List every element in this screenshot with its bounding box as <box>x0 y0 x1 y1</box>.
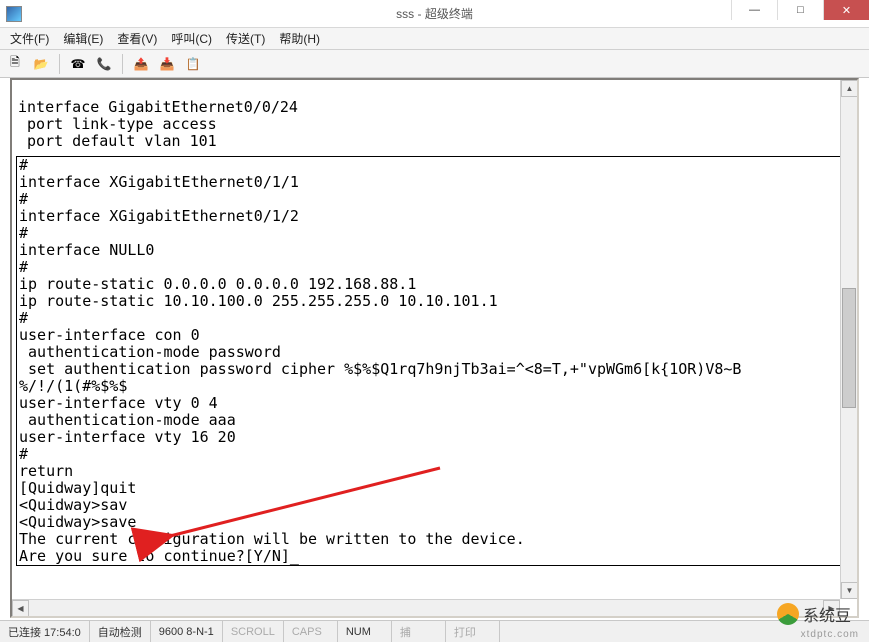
toolbar-separator <box>59 54 60 74</box>
terminal-line: # <box>19 224 28 242</box>
menubar: 文件(F) 编辑(E) 查看(V) 呼叫(C) 传送(T) 帮助(H) <box>0 28 869 50</box>
watermark-url: xtdptc.com <box>801 629 859 640</box>
terminal-line: # <box>19 445 28 463</box>
connect-icon[interactable]: ☎ <box>67 53 89 75</box>
terminal-line: interface XGigabitEthernet0/1/2 <box>19 207 299 225</box>
close-button[interactable]: ✕ <box>823 0 869 20</box>
terminal-line: # <box>19 156 28 174</box>
scroll-down-icon[interactable]: ▼ <box>841 582 858 599</box>
terminal-line: <Quidway>save <box>19 513 136 531</box>
terminal-line: port link-type access <box>18 115 217 133</box>
status-print: 打印 <box>446 621 500 642</box>
scroll-left-icon[interactable]: ◀ <box>12 600 29 617</box>
open-folder-icon[interactable]: 📂 <box>30 53 52 75</box>
terminal-line: authentication-mode password <box>19 343 281 361</box>
terminal-line: <Quidway>sav <box>19 496 127 514</box>
status-capture: 捕 <box>392 621 446 642</box>
status-line-settings: 9600 8-N-1 <box>151 621 223 642</box>
menu-file[interactable]: 文件(F) <box>4 28 55 49</box>
terminal-line: ip route-static 10.10.100.0 255.255.255.… <box>19 292 498 310</box>
terminal-pane[interactable]: interface GigabitEthernet0/0/24 port lin… <box>10 78 859 618</box>
terminal-line: set authentication password cipher %$%$Q… <box>19 360 741 378</box>
status-num: NUM <box>338 621 392 642</box>
status-detect: 自动检测 <box>90 621 151 642</box>
terminal-line: return <box>19 462 73 480</box>
disconnect-icon[interactable]: 📞 <box>93 53 115 75</box>
terminal-line: # <box>19 258 28 276</box>
terminal-line: The current configuration will be writte… <box>19 530 525 548</box>
send-icon[interactable]: 📤 <box>130 53 152 75</box>
status-scroll: SCROLL <box>223 621 284 642</box>
toolbar-separator <box>122 54 123 74</box>
watermark-icon <box>777 603 799 625</box>
minimize-button[interactable]: — <box>731 0 777 20</box>
app-icon <box>6 6 22 22</box>
terminal-line: [Quidway]quit <box>19 479 136 497</box>
terminal-line: user-interface con 0 <box>19 326 200 344</box>
menu-transfer[interactable]: 传送(T) <box>220 28 271 49</box>
status-caps: CAPS <box>284 621 338 642</box>
watermark-text: 系统豆 <box>803 602 851 626</box>
terminal-line: interface NULL0 <box>19 241 154 259</box>
statusbar: 已连接 17:54:0 自动检测 9600 8-N-1 SCROLL CAPS … <box>0 620 869 642</box>
menu-edit[interactable]: 编辑(E) <box>57 28 109 49</box>
terminal-line: %/!/(1(#%$%$ <box>19 377 127 395</box>
window-controls: — □ ✕ <box>731 0 869 20</box>
menu-view[interactable]: 查看(V) <box>111 28 163 49</box>
scroll-up-icon[interactable]: ▲ <box>841 80 858 97</box>
window-titlebar: sss - 超级终端 — □ ✕ <box>0 0 869 28</box>
maximize-button[interactable]: □ <box>777 0 823 20</box>
terminal-line: user-interface vty 16 20 <box>19 428 236 446</box>
menu-help[interactable]: 帮助(H) <box>273 28 326 49</box>
watermark-logo: 系统豆 <box>777 602 851 626</box>
toolbar: 🗎 📂 ☎ 📞 📤 📥 📋 <box>0 50 869 78</box>
terminal-line: interface GigabitEthernet0/0/24 <box>18 98 298 116</box>
vertical-scrollbar[interactable]: ▲ ▼ <box>840 80 857 599</box>
scroll-thumb[interactable] <box>842 288 856 408</box>
window-title: sss - 超级终端 <box>396 5 473 22</box>
terminal-line: port default vlan 101 <box>18 132 217 150</box>
terminal-line: Are you sure to continue?[Y/N]_ <box>19 547 299 565</box>
terminal-line: # <box>19 190 28 208</box>
terminal-line: ip route-static 0.0.0.0 0.0.0.0 192.168.… <box>19 275 416 293</box>
status-connection: 已连接 17:54:0 <box>0 621 90 642</box>
terminal-line: authentication-mode aaa <box>19 411 236 429</box>
menu-call[interactable]: 呼叫(C) <box>165 28 218 49</box>
terminal-line: user-interface vty 0 4 <box>19 394 218 412</box>
receive-icon[interactable]: 📥 <box>156 53 178 75</box>
terminal-line: interface XGigabitEthernet0/1/1 <box>19 173 299 191</box>
terminal-line: # <box>19 309 28 327</box>
horizontal-scrollbar[interactable]: ◀ ▶ <box>12 599 840 616</box>
new-file-icon[interactable]: 🗎 <box>4 53 26 75</box>
terminal-content[interactable]: interface GigabitEthernet0/0/24 port lin… <box>12 80 857 616</box>
properties-icon[interactable]: 📋 <box>182 53 204 75</box>
